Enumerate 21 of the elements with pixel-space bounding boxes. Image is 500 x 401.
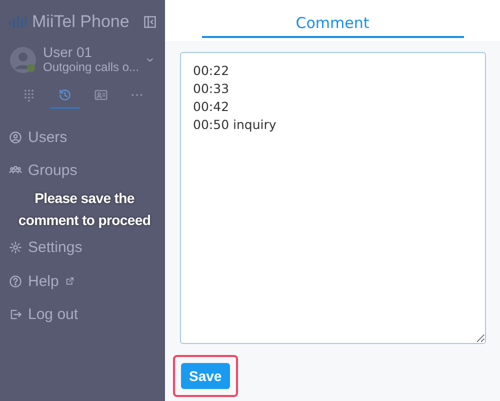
history-icon [58,88,72,102]
sidebar-menu-item[interactable]: Users [0,126,165,148]
logout-icon [9,308,22,322]
collapse-sidebar-icon[interactable] [143,15,157,29]
overlay-message: Please save the comment to proceed [17,189,152,230]
settings-icon [9,241,22,254]
sidebar-menu-item[interactable]: Log out [0,304,165,326]
sidebar-menu-item[interactable]: Help [0,270,165,292]
contact-card-icon [94,88,108,102]
user-status: Outgoing calls o... [43,60,140,75]
comment-field[interactable]: 00:22 00:33 00:42 00:50 inquiry [180,52,486,344]
sidebar-menu-item[interactable]: Groups [0,160,165,182]
signal-bars-logo-icon [9,14,27,30]
user-name: User 01 [43,44,92,60]
app-logo-text: MiiTel Phone [32,12,130,32]
sidebar-menu-item[interactable]: Settings [0,236,165,259]
user-circle-icon [9,130,22,144]
avatar-icon [9,46,37,74]
help-icon [9,274,22,288]
save-button[interactable]: Save [181,363,230,389]
dialpad-icon [22,88,36,102]
